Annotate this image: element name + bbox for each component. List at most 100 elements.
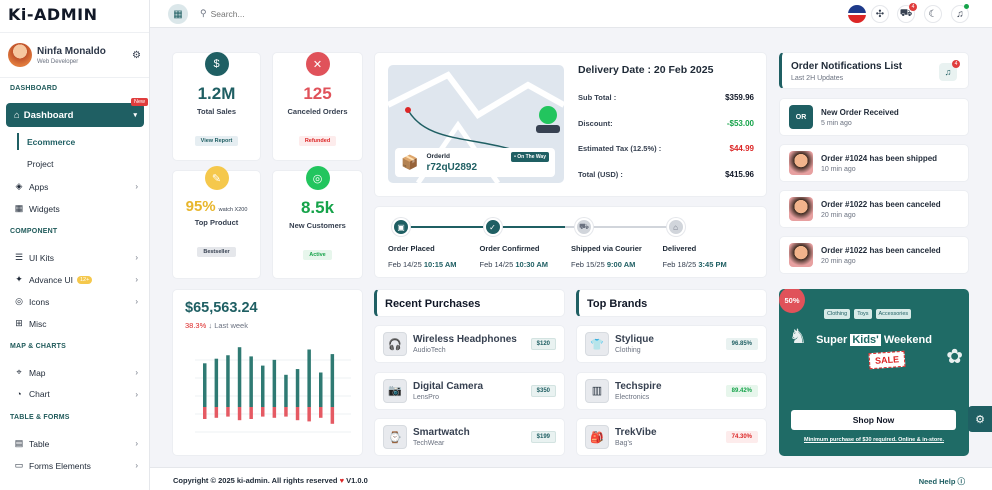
brand-item[interactable]: 🎒 TrekVibe Bag's 74.30% [576, 418, 767, 456]
flag-icon[interactable] [848, 5, 866, 23]
active-badge[interactable]: Active [303, 250, 332, 260]
summary-value: -$53.00 [726, 118, 754, 128]
bar-positive [226, 355, 230, 407]
view-report-button[interactable]: View Report [194, 136, 239, 146]
bar-positive [203, 363, 207, 407]
delivery-map: 📦 OrderId r72qU2892 • On The Way [388, 65, 564, 183]
chevron-right-icon: › [135, 182, 138, 191]
sidebar-item-icons[interactable]: ◎ Icons › [14, 296, 138, 307]
step-time: 10:15 AM [423, 260, 457, 269]
gear-icon[interactable]: ⚙ [132, 50, 141, 61]
notification-time: 5 min ago [821, 119, 852, 127]
cart-icon[interactable]: ⛟ 4 [897, 3, 917, 23]
brand-category: Bag's [615, 440, 633, 447]
promo-tags: Clothing Toys Accessories [824, 309, 912, 319]
promo-title-c: Weekend [880, 334, 932, 346]
promo-note[interactable]: Minimum purchase of $30 required. Online… [779, 437, 969, 443]
new-customers-value: 8.5k [300, 198, 335, 217]
brand-item[interactable]: 👕 Stylique Clothing 96.85% [576, 325, 767, 363]
step-date: Feb 14/25 [388, 260, 422, 269]
search-input[interactable] [210, 8, 331, 19]
version: V1.0.0 [346, 476, 368, 485]
notification-text: Order #1024 has been shipped [821, 153, 938, 163]
sidebar-item-forms[interactable]: ▭ Forms Elements › [14, 460, 138, 471]
notification-item[interactable]: Order #1024 has been shipped 10 min ago [779, 144, 969, 182]
dollar-icon: $ [204, 52, 229, 76]
notification-item[interactable]: OR New Order Received 5 min ago [779, 98, 969, 136]
bell-icon[interactable]: ♫ [951, 4, 969, 23]
purchase-item[interactable]: 🎧 Wireless Headphones AudioTech $120 [374, 325, 565, 363]
need-help-link[interactable]: Need Help ⓘ [919, 476, 965, 487]
step-datetime: Feb 18/25 3:45 PM [663, 260, 727, 269]
section-map-charts: MAP & CHARTS [10, 343, 66, 350]
total-sales-card: $ 1.2M Total Sales View Report [172, 52, 261, 161]
bar-positive [214, 358, 219, 407]
purchase-item[interactable]: ⌚ Smartwatch TechWear $199 [374, 418, 565, 456]
summary-label: Discount: [578, 118, 613, 128]
sidebar-item-widgets[interactable]: ▦ Widgets [14, 203, 138, 214]
purchase-item[interactable]: 📷 Digital Camera LensPro $350 [374, 371, 565, 410]
sparkle-icon: ✦ [15, 274, 23, 284]
tag-icon: ✎ [204, 166, 229, 190]
notification-item[interactable]: Order #1022 has been canceled 20 min ago [779, 190, 969, 228]
bar-negative [330, 407, 335, 424]
bar-negative [237, 407, 242, 421]
bell-icon[interactable]: ♫ 4 [939, 60, 960, 81]
section-dashboard: DASHBOARD [10, 85, 58, 92]
step-label: Order Placed [388, 244, 435, 253]
step-time: 9:00 AM [606, 260, 636, 269]
shop-now-button[interactable]: Shop Now [791, 410, 956, 430]
forms-icon: ▭ [14, 460, 24, 470]
order-id-value: r72qU2892 [426, 161, 478, 173]
brand-info: Stylique Clothing [615, 334, 654, 354]
notification-text: Order #1022 has been canceled [821, 245, 941, 255]
puzzle-icon[interactable]: ✣ [871, 5, 889, 23]
search-bar[interactable]: ⚲ [200, 8, 331, 19]
brand-info: TrekVibe Bag's [615, 427, 657, 447]
step-datetime: Feb 14/25 10:30 AM [480, 260, 549, 269]
sidebar-item-table[interactable]: ▤ Table › [14, 438, 138, 449]
brand-item[interactable]: ▥ Techspire Electronics 89.42% [576, 371, 767, 410]
summary-label: Sub Total : [578, 93, 617, 102]
app-logo[interactable]: Ki-ADMIN [0, 0, 149, 28]
sidebar-item-project[interactable]: Project [27, 159, 151, 169]
bar-positive [319, 372, 323, 407]
bar-negative [261, 407, 265, 417]
search-icon: ⚲ [200, 8, 207, 18]
chevron-right-icon: › [135, 253, 138, 262]
sidebar-item-ui-kits[interactable]: ☰ UI Kits › [14, 252, 138, 263]
notification-text: New Order Received [821, 107, 899, 117]
bar-positive [330, 354, 335, 407]
sidebar-item-label: Advance UI [29, 274, 73, 285]
notification-item[interactable]: Order #1022 has been canceled 20 min ago [779, 236, 969, 274]
refunded-button[interactable]: Refunded [298, 136, 337, 146]
copyright-text: Copyright © 2025 ki-admin. All rights re… [173, 476, 338, 485]
product-name: Smartwatch [413, 427, 470, 438]
moon-icon[interactable]: ☾ [924, 5, 942, 23]
sidebar-item-map[interactable]: ⌖ Map › [14, 367, 138, 378]
top-product-sub: watch X200 [218, 207, 248, 213]
apps-grid-button[interactable]: ▦ [168, 4, 188, 24]
bestseller-badge[interactable]: Bestseller [197, 247, 236, 257]
sidebar-item-misc[interactable]: ⊞ Misc [14, 318, 138, 329]
settings-fab[interactable]: ⚙ [968, 406, 992, 432]
discount-badge: 50% [779, 289, 805, 313]
bar-positive [272, 359, 277, 407]
bar-positive [295, 369, 300, 407]
device-icon: ▥ [585, 378, 609, 403]
promo-tag: Toys [854, 309, 872, 319]
avatar[interactable] [8, 43, 32, 67]
sidebar-item-ecommerce[interactable]: Ecommerce [27, 137, 151, 147]
summary-value: $44.99 [729, 144, 754, 153]
bar-negative [307, 407, 311, 422]
status-dot [964, 4, 969, 9]
sidebar-item-apps[interactable]: ◈ Apps › [14, 181, 138, 192]
sidebar-item-advance-ui[interactable]: ✦ Advance UI 12+ › [14, 274, 138, 285]
avatar: OR [789, 105, 813, 129]
sidebar-item-dashboard[interactable]: ⌂ Dashboard ▾ [6, 103, 144, 127]
chevron-right-icon: › [135, 297, 138, 306]
product-name: Digital Camera [413, 380, 484, 392]
copyright: Copyright © 2025 ki-admin. All rights re… [173, 476, 368, 485]
sidebar-item-chart[interactable]: ◔ Chart › [14, 389, 138, 399]
sidebar-item-label: Apps [29, 181, 49, 192]
